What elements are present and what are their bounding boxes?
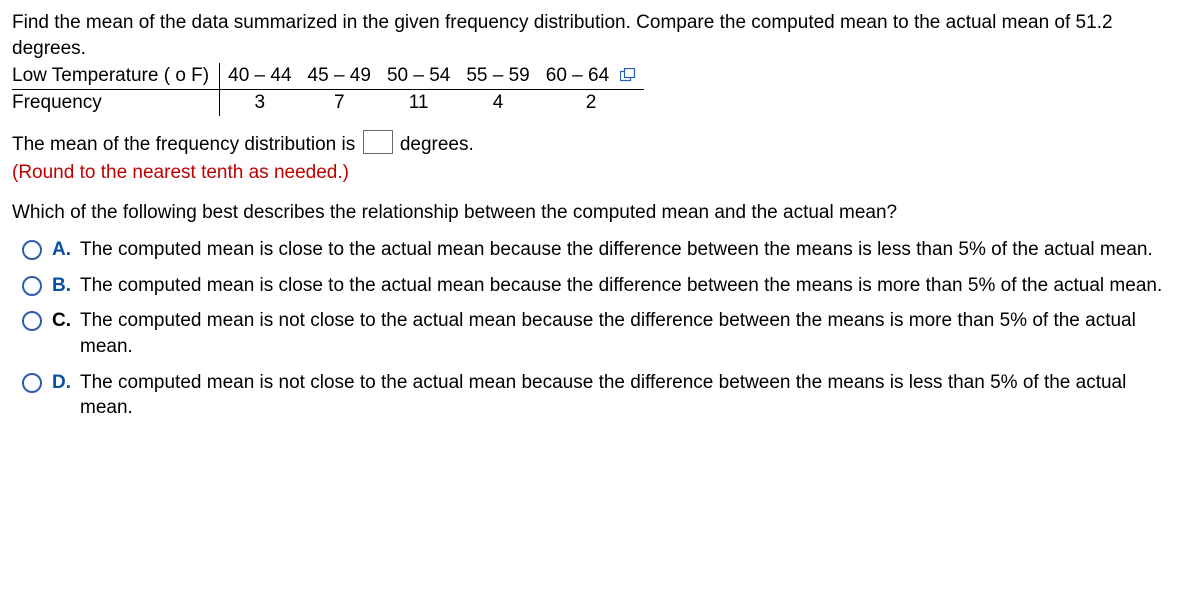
option-b: B. The computed mean is close to the act… [22, 273, 1188, 299]
option-c: C. The computed mean is not close to the… [22, 308, 1188, 359]
option-text: The computed mean is close to the actual… [80, 237, 1188, 263]
table-cell-text: 60 – 64 [546, 65, 609, 86]
table-cell: 55 – 59 [458, 63, 537, 90]
table-cell: 11 [379, 90, 458, 117]
frequency-table: Low Temperature ( o F) 40 – 44 45 – 49 5… [12, 63, 644, 116]
option-text: The computed mean is not close to the ac… [80, 370, 1188, 421]
option-d: D. The computed mean is not close to the… [22, 370, 1188, 421]
table-cell: 60 – 64 [538, 63, 645, 90]
radio-c[interactable] [22, 311, 42, 331]
option-label: B. [42, 273, 80, 299]
fill-in-suffix: degrees. [400, 134, 474, 155]
radio-b[interactable] [22, 276, 42, 296]
popup-icon[interactable] [620, 64, 636, 90]
option-label: C. [42, 308, 80, 334]
fill-in-prefix: The mean of the frequency distribution i… [12, 134, 355, 155]
option-label: A. [42, 237, 80, 263]
row-header-temp: Low Temperature ( o F) [12, 63, 220, 90]
mean-input[interactable] [363, 130, 393, 154]
table-row: Frequency 3 7 11 4 2 [12, 90, 644, 117]
table-row: Low Temperature ( o F) 40 – 44 45 – 49 5… [12, 63, 644, 90]
row-header-freq: Frequency [12, 90, 220, 117]
radio-d[interactable] [22, 373, 42, 393]
problem-statement: Find the mean of the data summarized in … [12, 10, 1188, 61]
table-cell: 45 – 49 [300, 63, 379, 90]
fill-in-line: The mean of the frequency distribution i… [12, 130, 1188, 158]
rounding-instruction: (Round to the nearest tenth as needed.) [12, 160, 1188, 186]
table-cell: 7 [300, 90, 379, 117]
option-text: The computed mean is not close to the ac… [80, 308, 1188, 359]
option-text: The computed mean is close to the actual… [80, 273, 1188, 299]
table-cell: 3 [220, 90, 300, 117]
option-a: A. The computed mean is close to the act… [22, 237, 1188, 263]
table-cell: 50 – 54 [379, 63, 458, 90]
table-cell: 4 [458, 90, 537, 117]
mc-question: Which of the following best describes th… [12, 200, 1188, 226]
table-cell: 40 – 44 [220, 63, 300, 90]
option-label: D. [42, 370, 80, 396]
table-cell: 2 [538, 90, 645, 117]
radio-a[interactable] [22, 240, 42, 260]
